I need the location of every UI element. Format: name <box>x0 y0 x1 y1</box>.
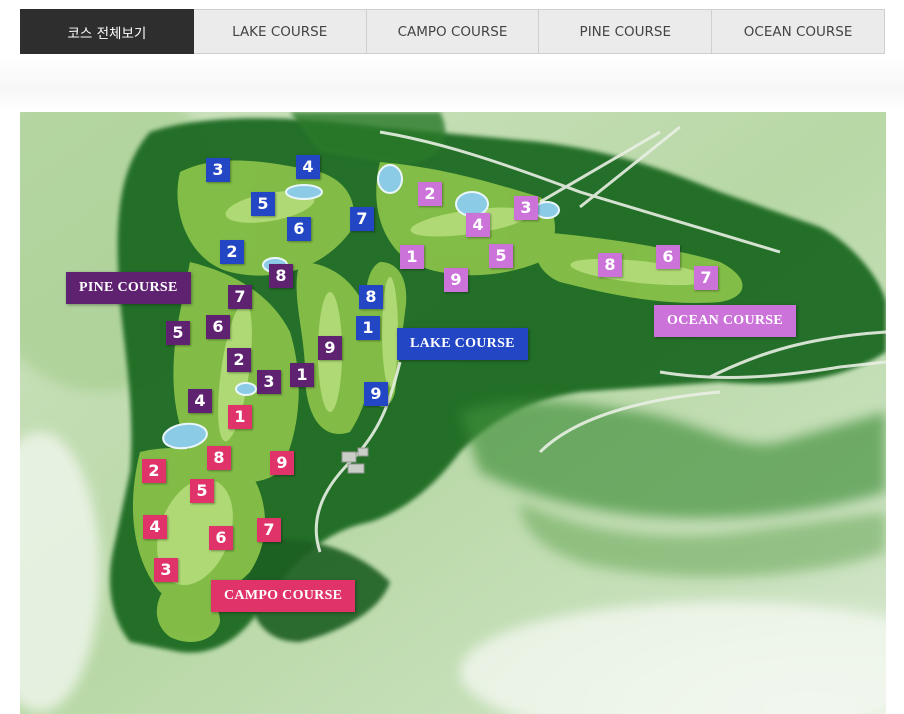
campo-hole-7-marker[interactable]: 7 <box>257 518 281 542</box>
ocean-hole-8-marker[interactable]: 8 <box>598 253 622 277</box>
ocean-hole-2-marker[interactable]: 2 <box>418 182 442 206</box>
tab-lake-course[interactable]: LAKE COURSE <box>193 9 367 54</box>
course-tabs: 코스 전체보기 LAKE COURSE CAMPO COURSE PINE CO… <box>20 9 885 54</box>
ocean-hole-7-marker[interactable]: 7 <box>694 266 718 290</box>
pine-hole-1-marker[interactable]: 1 <box>290 363 314 387</box>
tab-all-courses[interactable]: 코스 전체보기 <box>20 9 194 54</box>
ocean-hole-4-marker[interactable]: 4 <box>466 213 490 237</box>
pine-course-label[interactable]: PINE COURSE <box>66 272 191 304</box>
campo-hole-3-marker[interactable]: 3 <box>154 558 178 582</box>
pine-hole-2-marker[interactable]: 2 <box>227 348 251 372</box>
pine-hole-4-marker[interactable]: 4 <box>188 389 212 413</box>
lake-hole-5-marker[interactable]: 5 <box>251 192 275 216</box>
ocean-course-label[interactable]: OCEAN COURSE <box>654 305 797 337</box>
campo-hole-2-marker[interactable]: 2 <box>142 459 166 483</box>
tab-ocean-course[interactable]: OCEAN COURSE <box>712 9 885 54</box>
course-map: 1 2 3 4 5 6 7 8 9 1 2 3 4 5 6 7 8 9 1 2 … <box>20 112 886 714</box>
lake-hole-9-marker[interactable]: 9 <box>364 382 388 406</box>
campo-hole-8-marker[interactable]: 8 <box>207 446 231 470</box>
lake-hole-3-marker[interactable]: 3 <box>206 158 230 182</box>
pine-hole-8-marker[interactable]: 8 <box>269 264 293 288</box>
pine-hole-6-marker[interactable]: 6 <box>206 315 230 339</box>
pine-hole-5-marker[interactable]: 5 <box>166 321 190 345</box>
pine-hole-3-marker[interactable]: 3 <box>257 370 281 394</box>
tab-pine-course[interactable]: PINE COURSE <box>539 9 713 54</box>
pine-hole-9-marker[interactable]: 9 <box>318 336 342 360</box>
lake-hole-8-marker[interactable]: 8 <box>359 285 383 309</box>
lake-course-label[interactable]: LAKE COURSE <box>397 328 528 360</box>
lake-hole-6-marker[interactable]: 6 <box>287 217 311 241</box>
ocean-hole-6-marker[interactable]: 6 <box>656 245 680 269</box>
ocean-hole-1-marker[interactable]: 1 <box>400 245 424 269</box>
ocean-hole-5-marker[interactable]: 5 <box>489 244 513 268</box>
lake-hole-7-marker[interactable]: 7 <box>350 207 374 231</box>
campo-hole-5-marker[interactable]: 5 <box>190 479 214 503</box>
campo-hole-4-marker[interactable]: 4 <box>143 515 167 539</box>
tab-campo-course[interactable]: CAMPO COURSE <box>366 9 540 54</box>
campo-hole-6-marker[interactable]: 6 <box>209 526 233 550</box>
lake-hole-1-marker[interactable]: 1 <box>356 316 380 340</box>
ocean-hole-9-marker[interactable]: 9 <box>444 268 468 292</box>
campo-hole-9-marker[interactable]: 9 <box>270 451 294 475</box>
campo-course-label[interactable]: CAMPO COURSE <box>211 580 356 612</box>
ocean-hole-3-marker[interactable]: 3 <box>514 196 538 220</box>
campo-hole-1-marker[interactable]: 1 <box>228 405 252 429</box>
course-map-illustration <box>20 112 886 714</box>
lake-hole-2-marker[interactable]: 2 <box>220 240 244 264</box>
lake-hole-4-marker[interactable]: 4 <box>296 155 320 179</box>
section-spacer <box>0 54 904 112</box>
pine-hole-7-marker[interactable]: 7 <box>228 285 252 309</box>
